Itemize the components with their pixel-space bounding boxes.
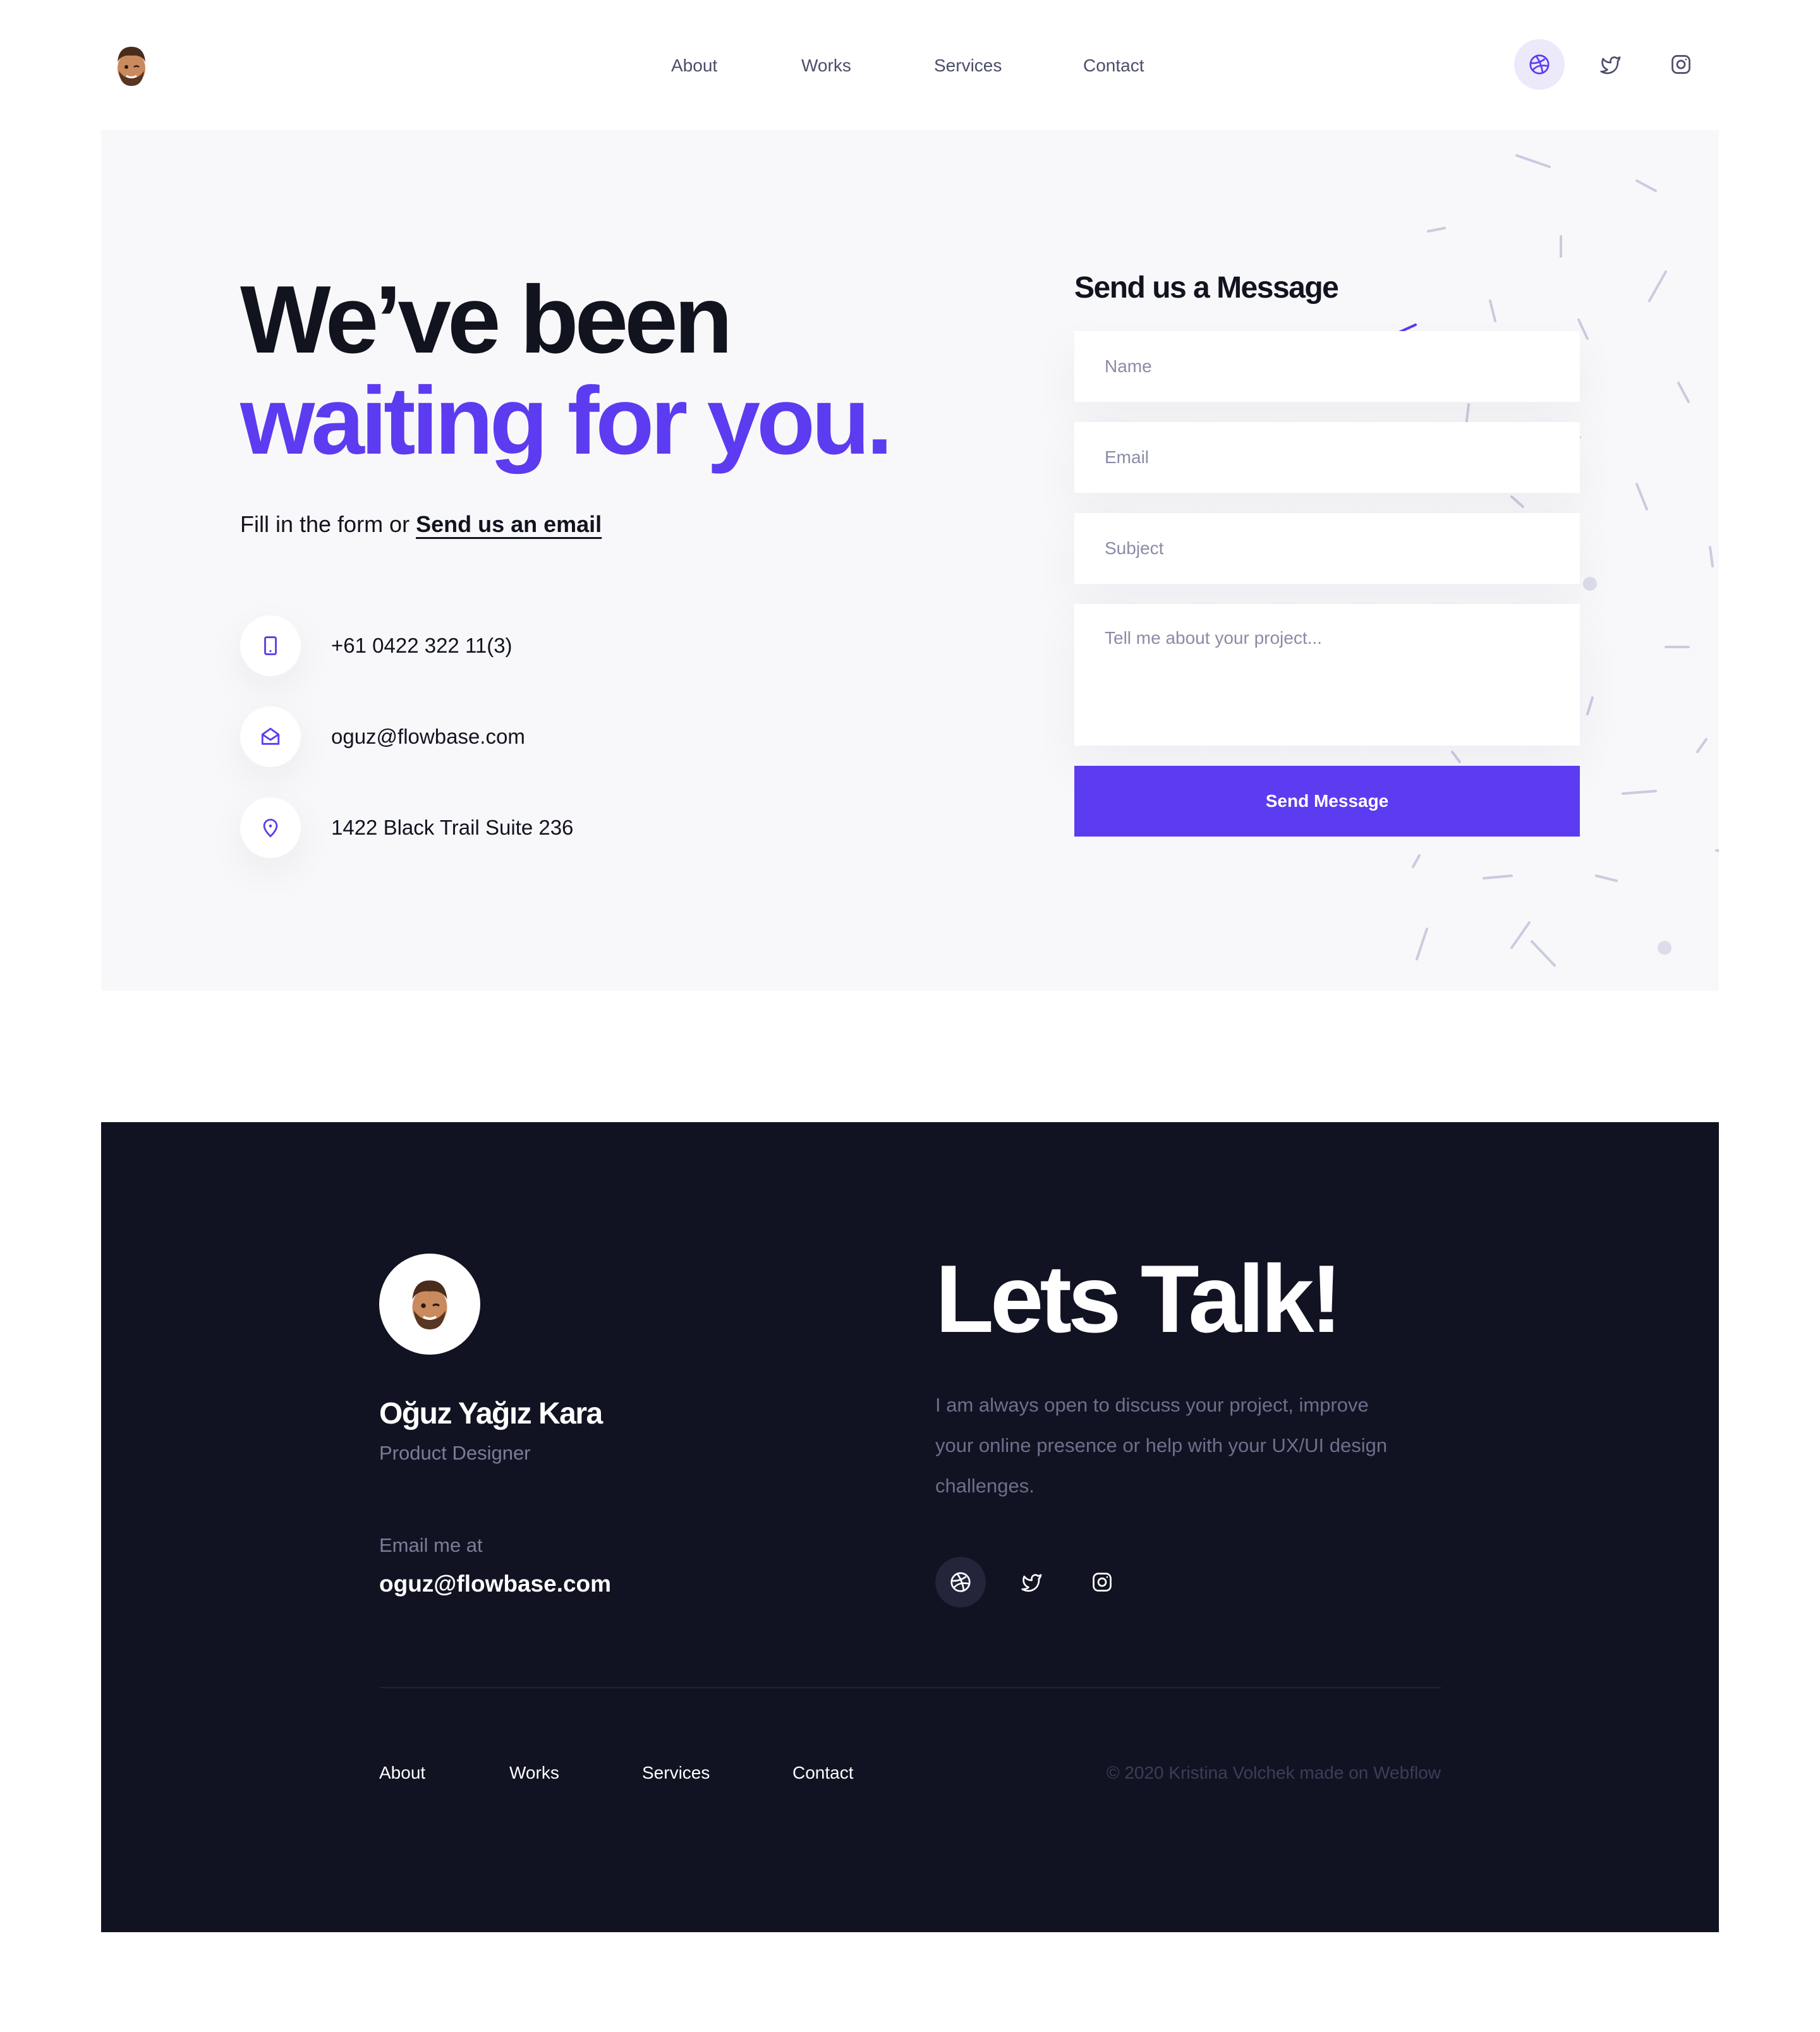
footer-description: I am always open to discuss your project…: [935, 1394, 1388, 1497]
nav-link-works[interactable]: Works: [801, 53, 934, 78]
dribbble-icon: [1529, 54, 1550, 75]
footer-twitter-button[interactable]: [1006, 1557, 1057, 1607]
footer-dribbble-button[interactable]: [935, 1557, 986, 1607]
contact-info-address: 1422 Black Trail Suite 236: [240, 797, 573, 858]
top-nav: About Works Services Contact: [0, 0, 1820, 130]
lead-prefix: Fill in the form or: [240, 511, 416, 537]
footer-name: Oğuz Yağız Kara: [379, 1397, 603, 1430]
page-headline: We’ve been waiting for you.: [240, 266, 893, 475]
footer-instagram-button[interactable]: [1077, 1557, 1127, 1607]
instagram-icon: [1093, 1573, 1112, 1592]
footer-link-contact[interactable]: Contact: [792, 1760, 854, 1786]
nav-link-contact[interactable]: Contact: [1083, 53, 1144, 78]
footer-social-links: [935, 1557, 1127, 1607]
contact-info-email: oguz@flowbase.com: [240, 706, 573, 767]
phone-icon-badge: [240, 615, 301, 676]
location-pin-icon: [263, 818, 278, 838]
footer-nav: About Works Services Contact: [379, 1760, 854, 1786]
instagram-icon: [1671, 55, 1690, 74]
footer-link-works[interactable]: Works: [509, 1760, 642, 1786]
location-icon-badge: [240, 797, 301, 858]
nav-link-about[interactable]: About: [671, 53, 801, 78]
contact-info-phone: +61 0422 322 11(3): [240, 615, 573, 676]
footer: Oğuz Yağız Kara Product Designer Email m…: [101, 1122, 1719, 1932]
copyright: © 2020 Kristina Volchek made on Webflow: [1106, 1763, 1441, 1782]
nav-social-links: [1514, 39, 1706, 90]
contact-form: Send us a Message Send Message: [1074, 269, 1580, 837]
memoji-avatar-icon: [412, 1280, 447, 1329]
headline-line-2: waiting for you.: [240, 367, 893, 475]
footer-email-link[interactable]: oguz@flowbase.com: [379, 1571, 611, 1597]
email-address: oguz@flowbase.com: [331, 725, 525, 748]
phone-icon: [264, 636, 277, 655]
mail-icon: [261, 727, 280, 745]
lead-text: Fill in the form or Send us an email: [240, 508, 602, 541]
phone-number: +61 0422 322 11(3): [331, 634, 513, 657]
form-title: Send us a Message: [1074, 271, 1339, 305]
footer-role: Product Designer: [379, 1442, 531, 1464]
twitter-icon: [1600, 56, 1621, 75]
avatar: [379, 1254, 480, 1355]
footer-title: Lets Talk!: [935, 1245, 1342, 1353]
contact-info-list: +61 0422 322 11(3) oguz@flowbase.com 142…: [240, 615, 573, 888]
message-textarea[interactable]: [1074, 604, 1580, 746]
twitter-button[interactable]: [1585, 39, 1635, 90]
nav-link-services[interactable]: Services: [934, 53, 1083, 78]
headline-line-1: We’ve been: [240, 266, 733, 373]
name-input[interactable]: [1074, 331, 1580, 402]
instagram-button[interactable]: [1656, 39, 1706, 90]
memoji-avatar-icon: [118, 47, 145, 86]
main-nav: About Works Services Contact: [671, 53, 1144, 78]
twitter-icon: [1021, 1574, 1042, 1592]
logo-avatar[interactable]: [114, 43, 149, 88]
send-email-link[interactable]: Send us an email: [416, 511, 602, 537]
send-message-button[interactable]: Send Message: [1074, 766, 1580, 837]
mail-icon-badge: [240, 706, 301, 767]
email-input[interactable]: [1074, 422, 1580, 493]
contact-section: We’ve been waiting for you. Fill in the …: [101, 130, 1719, 991]
street-address: 1422 Black Trail Suite 236: [331, 816, 574, 839]
dribbble-icon: [950, 1572, 971, 1592]
subject-input[interactable]: [1074, 513, 1580, 584]
footer-link-services[interactable]: Services: [642, 1760, 792, 1786]
dribbble-button[interactable]: [1514, 39, 1565, 90]
footer-email-label: Email me at: [379, 1534, 483, 1556]
footer-divider: [379, 1687, 1441, 1688]
footer-link-about[interactable]: About: [379, 1760, 509, 1786]
